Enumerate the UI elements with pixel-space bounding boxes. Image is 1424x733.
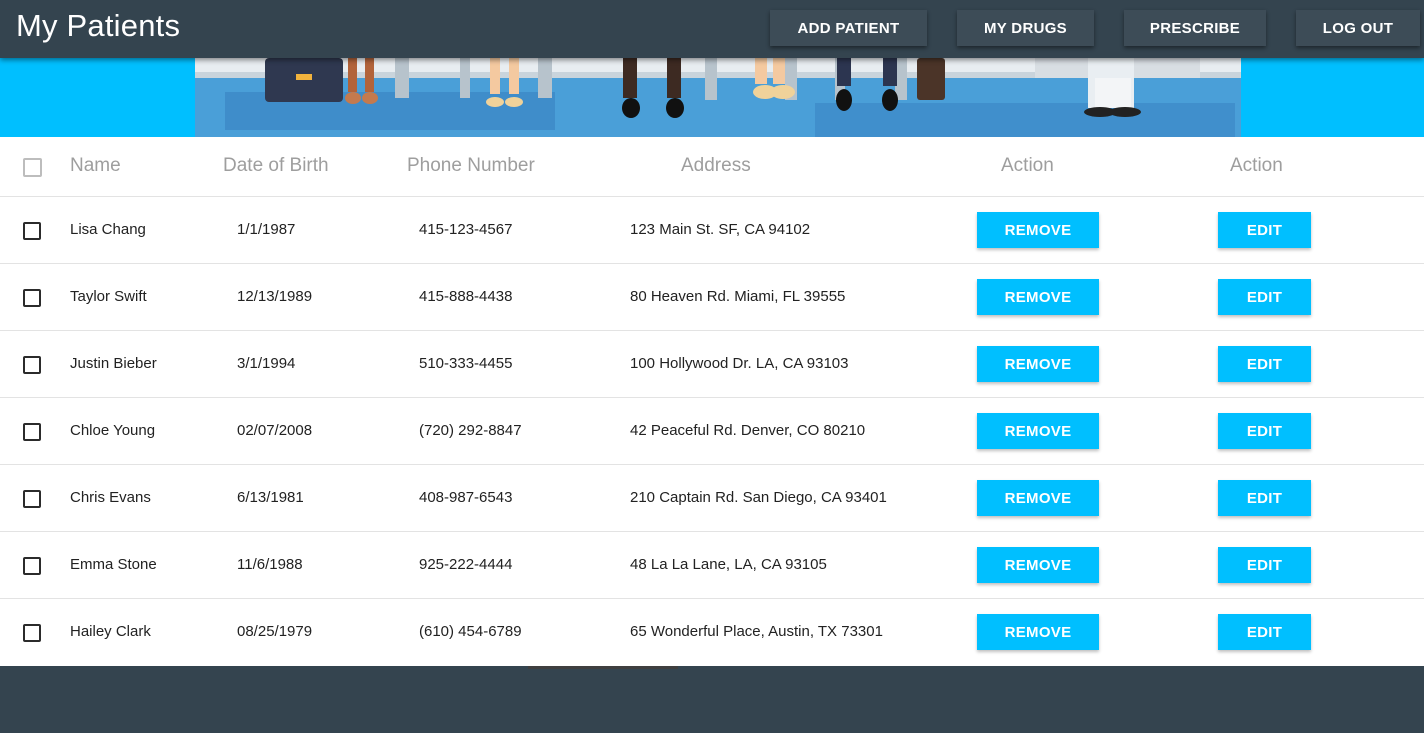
patient-name: Hailey Clark — [70, 623, 151, 640]
patient-name: Emma Stone — [70, 556, 157, 573]
footer-divider — [528, 666, 678, 669]
edit-button[interactable]: EDIT — [1218, 212, 1311, 248]
header-action-edit: Action — [1230, 155, 1283, 176]
row-checkbox[interactable] — [23, 222, 41, 240]
table-row: Lisa Chang 1/1/1987 415-123-4567 123 Mai… — [0, 197, 1424, 264]
remove-button[interactable]: REMOVE — [977, 547, 1099, 583]
table-row: Chris Evans 6/13/1981 408-987-6543 210 C… — [0, 465, 1424, 532]
patient-dob: 02/07/2008 — [237, 422, 313, 439]
remove-button[interactable]: REMOVE — [977, 346, 1099, 382]
patient-phone: (720) 292-8847 — [419, 422, 522, 439]
remove-button[interactable]: REMOVE — [977, 614, 1099, 650]
patient-phone: 510-333-4455 — [419, 355, 513, 372]
edit-button[interactable]: EDIT — [1218, 614, 1311, 650]
patient-phone: 925-222-4444 — [419, 556, 513, 573]
patient-name: Lisa Chang — [70, 221, 146, 238]
header-phone[interactable]: Phone Number — [407, 155, 535, 177]
patient-name: Taylor Swift — [70, 288, 147, 305]
row-checkbox[interactable] — [23, 490, 41, 508]
patient-dob: 08/25/1979 — [237, 623, 313, 640]
row-checkbox[interactable] — [23, 356, 41, 374]
patient-name: Chris Evans — [70, 489, 151, 506]
remove-button[interactable]: REMOVE — [977, 480, 1099, 516]
edit-button[interactable]: EDIT — [1218, 547, 1311, 583]
app-bar: My Patients ADD PATIENT MY DRUGS PRESCRI… — [0, 0, 1424, 58]
header-address[interactable]: Address — [681, 155, 751, 177]
edit-button[interactable]: EDIT — [1218, 480, 1311, 516]
patient-address: 65 Wonderful Place, Austin, TX 73301 — [630, 623, 883, 640]
patients-table: Name Date of Birth Phone Number Address … — [0, 137, 1424, 666]
header-action-remove: Action — [1001, 155, 1054, 176]
patient-dob: 6/13/1981 — [237, 489, 304, 506]
table-row: Justin Bieber 3/1/1994 510-333-4455 100 … — [0, 331, 1424, 398]
row-checkbox[interactable] — [23, 423, 41, 441]
table-header-row: Name Date of Birth Phone Number Address … — [0, 137, 1424, 197]
patient-dob: 3/1/1994 — [237, 355, 296, 372]
patient-address: 42 Peaceful Rd. Denver, CO 80210 — [630, 422, 866, 439]
patient-phone: 415-123-4567 — [419, 221, 513, 238]
edit-button[interactable]: EDIT — [1218, 346, 1311, 382]
patient-name: Chloe Young — [70, 422, 156, 439]
select-all-checkbox[interactable] — [23, 158, 42, 177]
patient-address: 80 Heaven Rd. Miami, FL 39555 — [630, 288, 846, 305]
table-row: Hailey Clark 08/25/1979 (610) 454-6789 6… — [0, 599, 1424, 666]
patient-dob: 1/1/1987 — [237, 221, 296, 238]
edit-button[interactable]: EDIT — [1218, 413, 1311, 449]
row-checkbox[interactable] — [23, 557, 41, 575]
add-patient-button[interactable]: ADD PATIENT — [770, 10, 927, 46]
page-title: My Patients — [16, 8, 181, 43]
remove-button[interactable]: REMOVE — [977, 279, 1099, 315]
remove-button[interactable]: REMOVE — [977, 413, 1099, 449]
page-footer — [0, 666, 1424, 733]
table-row: Taylor Swift 12/13/1989 415-888-4438 80 … — [0, 264, 1424, 331]
patient-address: 48 La La Lane, LA, CA 93105 — [630, 556, 827, 573]
prescribe-button[interactable]: PRESCRIBE — [1124, 10, 1266, 46]
log-out-button[interactable]: LOG OUT — [1296, 10, 1420, 46]
table-row: Emma Stone 11/6/1988 925-222-4444 48 La … — [0, 532, 1424, 599]
banner — [0, 58, 1424, 137]
header-dob[interactable]: Date of Birth — [223, 155, 329, 177]
table-row: Chloe Young 02/07/2008 (720) 292-8847 42… — [0, 398, 1424, 465]
patient-dob: 11/6/1988 — [237, 556, 303, 573]
patient-dob: 12/13/1989 — [237, 288, 313, 305]
patients-page: My Patients ADD PATIENT MY DRUGS PRESCRI… — [0, 0, 1424, 733]
patient-name: Justin Bieber — [70, 355, 157, 372]
patient-phone: 408-987-6543 — [419, 489, 513, 506]
patient-phone: 415-888-4438 — [419, 288, 513, 305]
patient-address: 123 Main St. SF, CA 94102 — [630, 221, 811, 238]
waiting-room-illustration — [195, 58, 1241, 137]
my-drugs-button[interactable]: MY DRUGS — [957, 10, 1094, 46]
patient-address: 100 Hollywood Dr. LA, CA 93103 — [630, 355, 849, 372]
edit-button[interactable]: EDIT — [1218, 279, 1311, 315]
remove-button[interactable]: REMOVE — [977, 212, 1099, 248]
header-name[interactable]: Name — [70, 155, 121, 177]
row-checkbox[interactable] — [23, 289, 41, 307]
patient-phone: (610) 454-6789 — [419, 623, 522, 640]
row-checkbox[interactable] — [23, 624, 41, 642]
patient-address: 210 Captain Rd. San Diego, CA 93401 — [630, 489, 887, 506]
